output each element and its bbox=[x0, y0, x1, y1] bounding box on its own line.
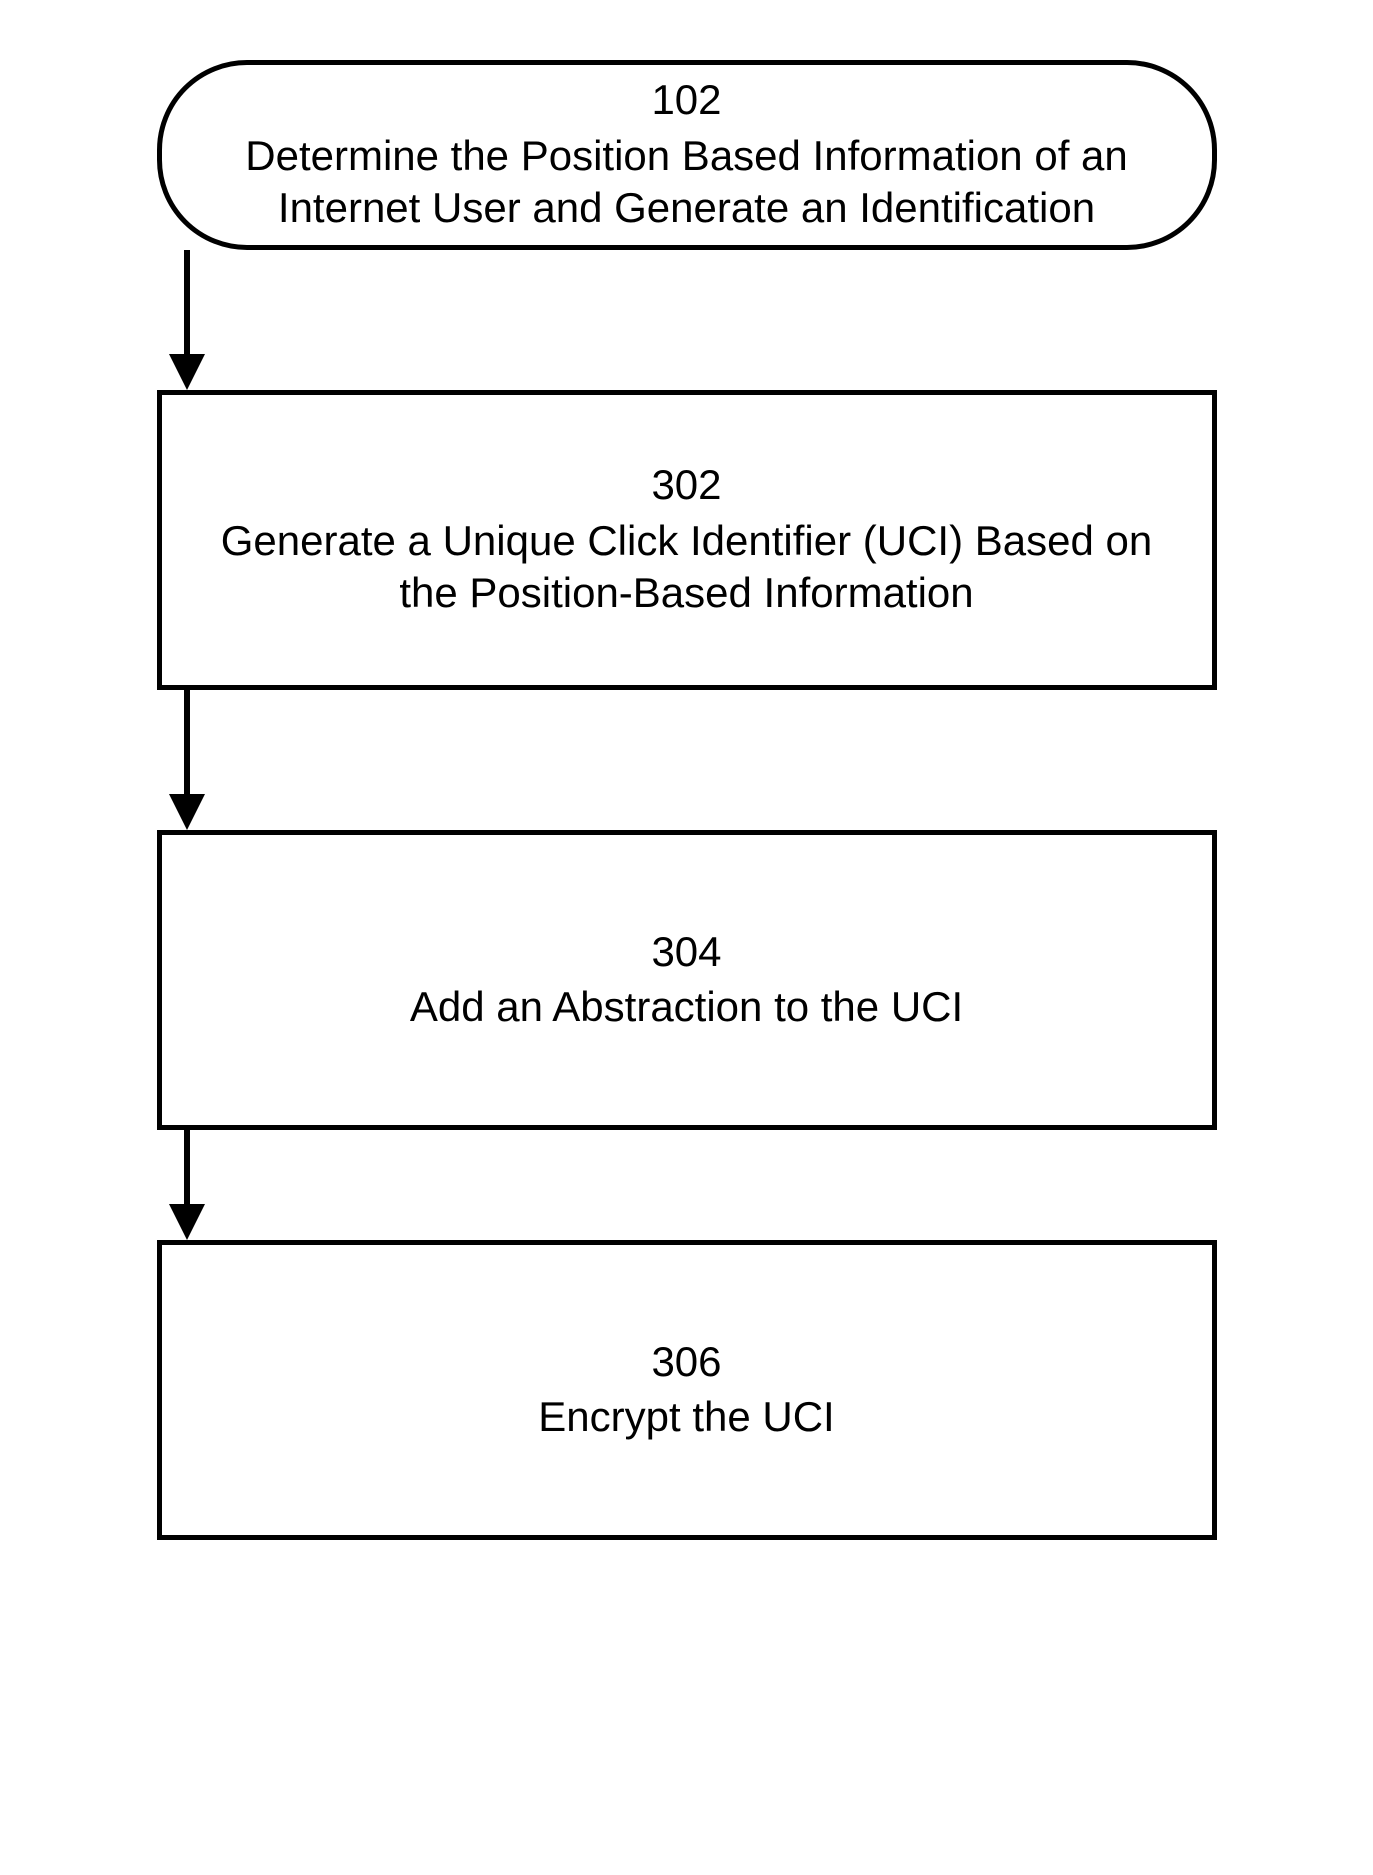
node-number: 304 bbox=[651, 927, 721, 977]
node-number: 306 bbox=[651, 1337, 721, 1387]
node-label: Determine the Position Based Information… bbox=[192, 130, 1182, 235]
node-102: 102 Determine the Position Based Informa… bbox=[157, 60, 1217, 250]
arrow-icon bbox=[157, 1130, 1217, 1240]
node-label: Encrypt the UCI bbox=[538, 1391, 834, 1444]
node-304: 304 Add an Abstraction to the UCI bbox=[157, 830, 1217, 1130]
node-number: 302 bbox=[651, 460, 721, 510]
node-label: Add an Abstraction to the UCI bbox=[410, 981, 963, 1034]
node-302: 302 Generate a Unique Click Identifier (… bbox=[157, 390, 1217, 690]
flowchart: 102 Determine the Position Based Informa… bbox=[157, 60, 1217, 1540]
node-306: 306 Encrypt the UCI bbox=[157, 1240, 1217, 1540]
arrow-icon bbox=[157, 690, 1217, 830]
arrow-icon bbox=[157, 250, 1217, 390]
node-label: Generate a Unique Click Identifier (UCI)… bbox=[192, 515, 1182, 620]
node-number: 102 bbox=[651, 75, 721, 125]
